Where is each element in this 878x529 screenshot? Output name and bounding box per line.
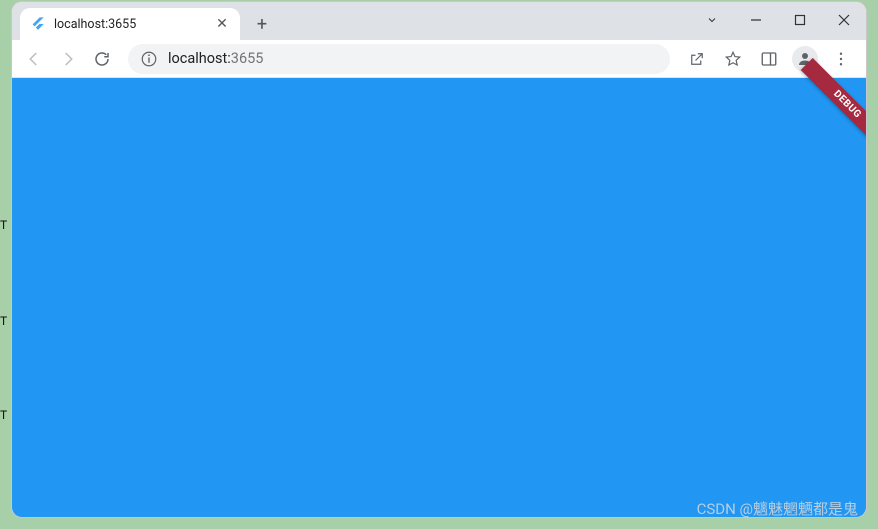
minimize-button[interactable] [734, 6, 778, 34]
close-window-button[interactable] [822, 6, 866, 34]
nav-bar: localhost:3655 [12, 40, 866, 78]
chrome-menu-icon[interactable] [824, 42, 858, 76]
address-bar[interactable]: localhost:3655 [128, 44, 670, 74]
forward-button[interactable] [52, 43, 84, 75]
page-content: DEBUG [12, 78, 866, 517]
reload-button[interactable] [86, 43, 118, 75]
browser-tab[interactable]: localhost:3655 ✕ [20, 8, 240, 40]
share-icon[interactable] [680, 42, 714, 76]
edge-letter-1: T [0, 218, 7, 232]
back-button[interactable] [18, 43, 50, 75]
url-host: localhost: [168, 50, 231, 67]
window-controls [690, 2, 866, 40]
flutter-favicon [30, 16, 46, 32]
close-tab-icon[interactable]: ✕ [214, 16, 230, 32]
browser-window: localhost:3655 ✕ + [12, 2, 866, 517]
title-bar: localhost:3655 ✕ + [12, 2, 866, 40]
profile-avatar[interactable] [788, 42, 822, 76]
url-port: 3655 [231, 50, 264, 67]
site-info-icon[interactable] [140, 50, 158, 68]
tab-search-icon[interactable] [690, 6, 734, 34]
new-tab-button[interactable]: + [248, 10, 276, 38]
side-panel-icon[interactable] [752, 42, 786, 76]
edge-letter-2: T [0, 314, 7, 328]
maximize-button[interactable] [778, 6, 822, 34]
edge-letter-3: T [0, 408, 7, 422]
tab-title: localhost:3655 [54, 17, 214, 32]
toolbar-actions [680, 42, 858, 76]
bookmark-star-icon[interactable] [716, 42, 750, 76]
